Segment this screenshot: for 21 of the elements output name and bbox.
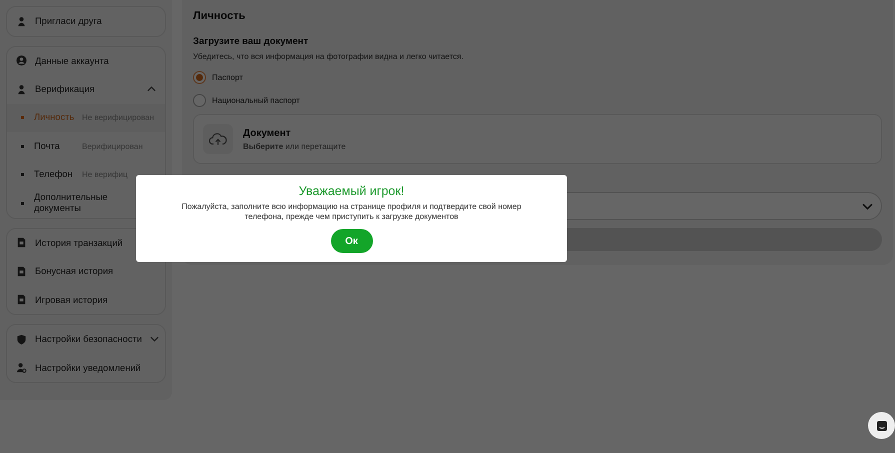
menu-label: История транзакций — [35, 238, 123, 248]
modal-title: Уважаемый игрок! — [298, 184, 404, 198]
menu-label: Настройки безопасности — [35, 334, 142, 344]
menu-label: Пригласи друга — [35, 16, 102, 26]
section-heading: Загрузите ваш документ — [193, 36, 310, 47]
upload-title: Документ — [243, 128, 292, 138]
menu-label: Верификация — [35, 84, 95, 94]
submenu-label: Телефон — [34, 169, 74, 180]
upload-hint: Выберите или перетащите — [243, 142, 346, 150]
menu-label: Настройки уведомлений — [35, 362, 141, 373]
radio-label: Национальный паспорт — [212, 96, 300, 104]
page-title: Личность — [193, 10, 246, 22]
modal-message: Пожалуйста, заполните всю информацию на странице профиля и подтвердите свой номер телефона, прежде чем приступить к загрузке документов — [180, 202, 522, 222]
menu-label: Данные аккаунта — [35, 56, 109, 66]
menu-label: Бонусная история — [35, 266, 114, 276]
menu-label: Игровая история — [35, 294, 108, 305]
submenu-label: Личность — [34, 112, 76, 124]
section-subtitle: Убедитесь, что вся информация на фотографии видна и легко читается. — [193, 52, 464, 61]
radio-label: Паспорт — [212, 72, 243, 82]
submenu-label: Почта — [34, 140, 61, 152]
submenu-label: Дополнительные документы — [34, 192, 109, 214]
